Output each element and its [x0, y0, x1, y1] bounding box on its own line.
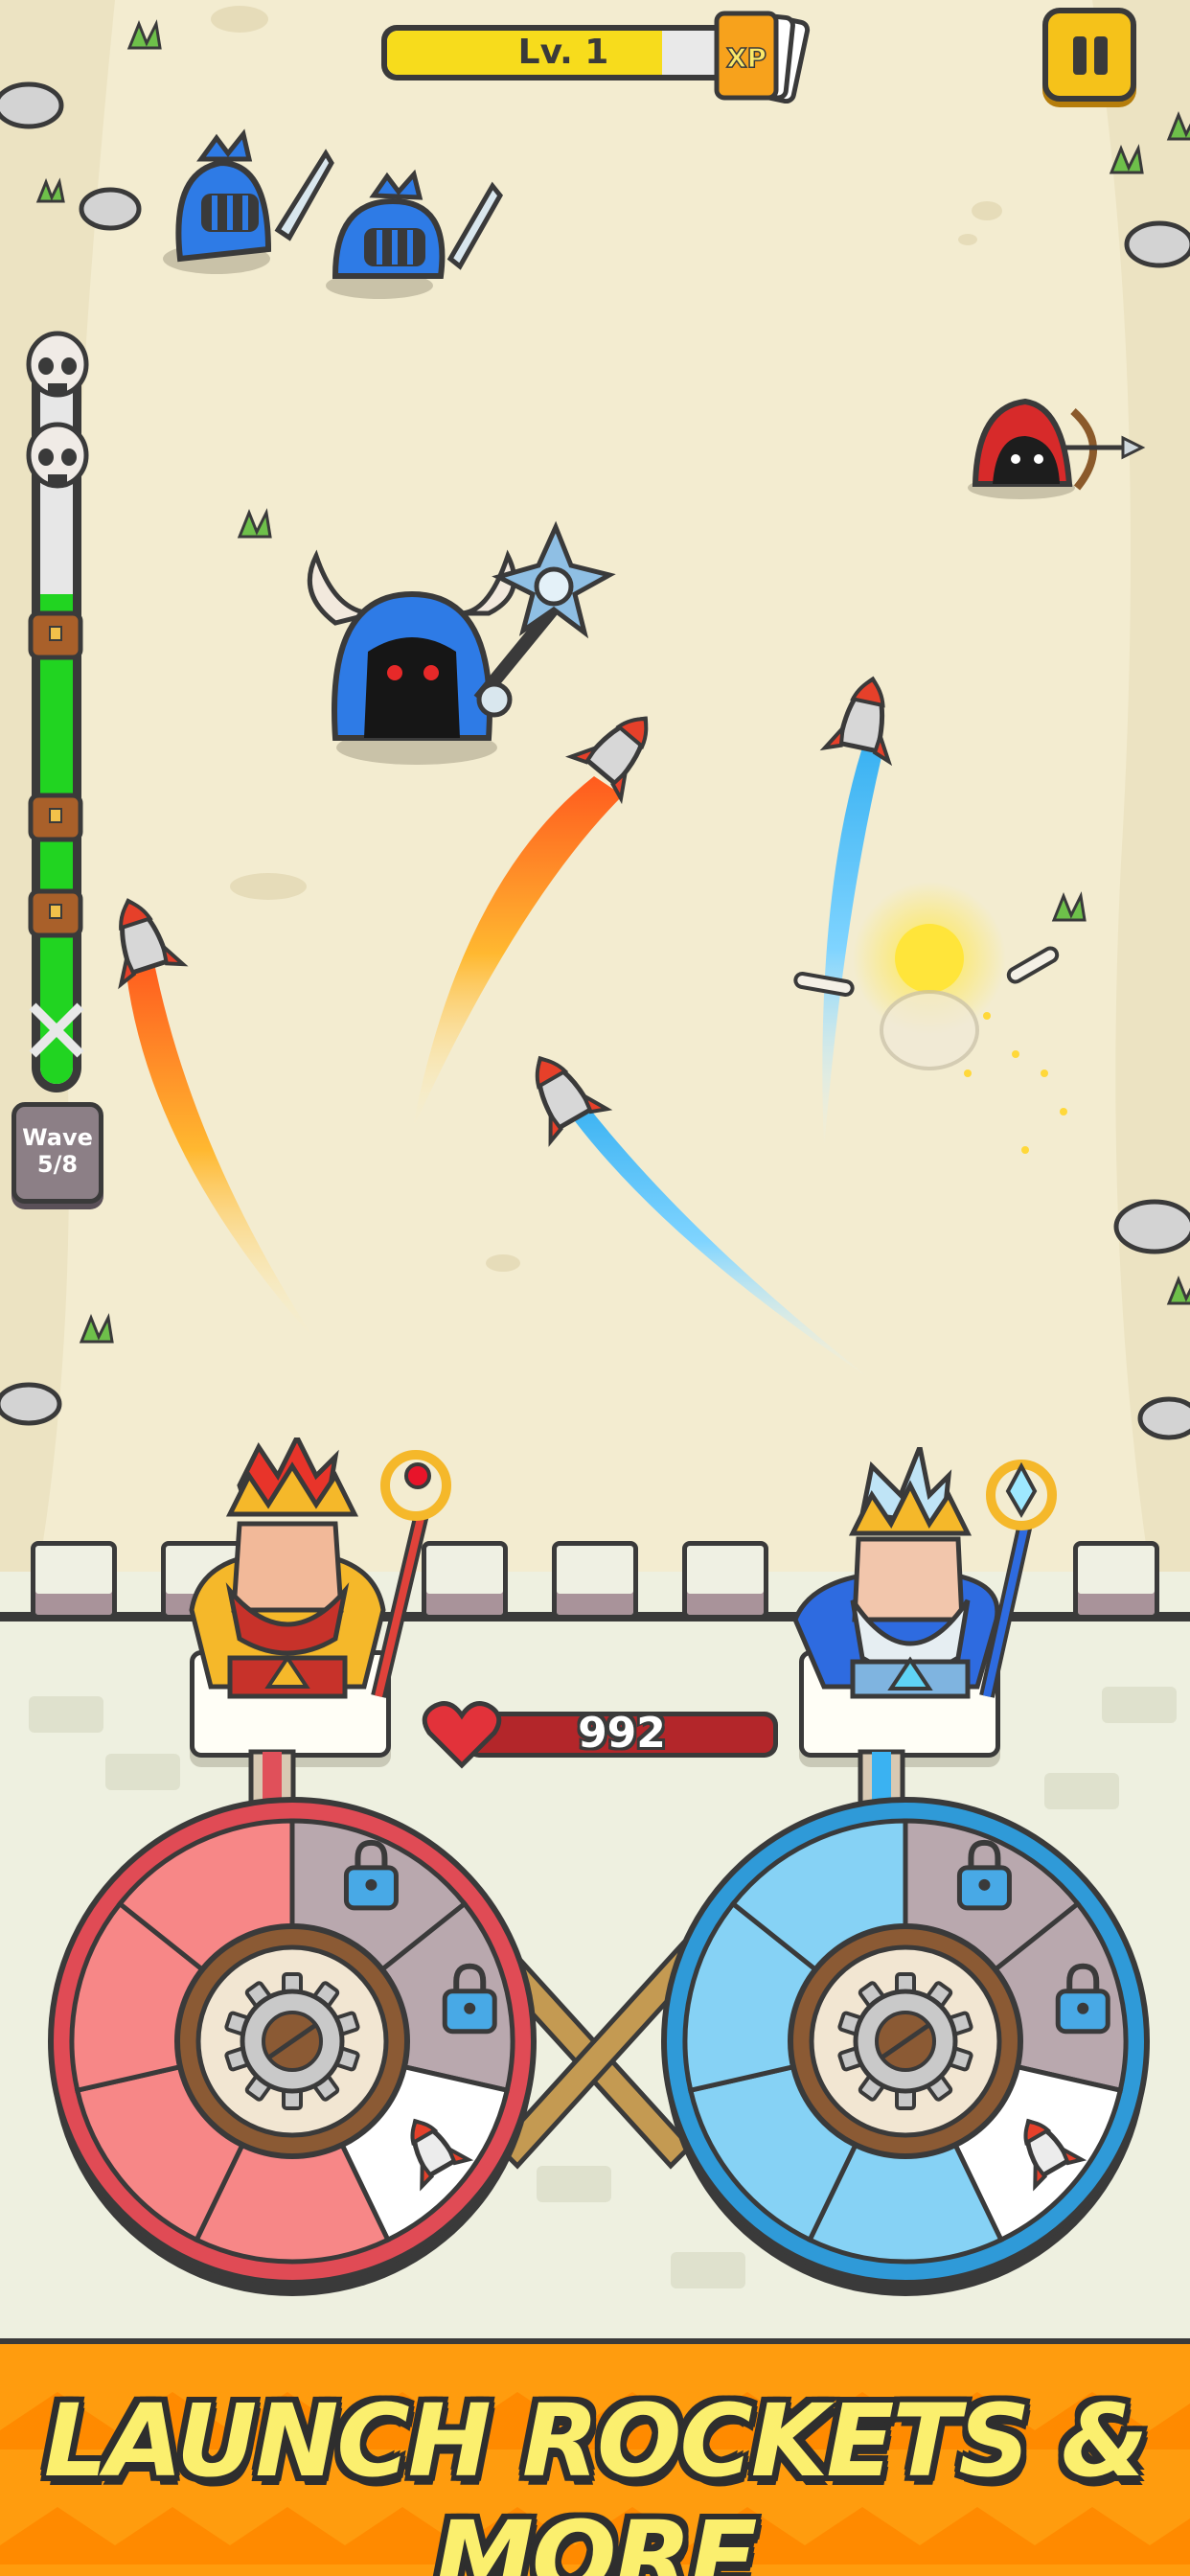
banner-title: LAUNCH ROCKETS & MORE: [43, 2382, 1148, 2576]
wall-merlon: [1073, 1541, 1159, 1620]
rocket-layer: [118, 676, 1067, 1380]
weapon-wheel-fire[interactable]: [43, 1782, 541, 2300]
wall-merlon: [552, 1541, 638, 1620]
ice-king-hero[interactable]: [786, 1447, 1073, 1715]
ice-trail: [575, 1102, 872, 1380]
game-screen: Lv. 1 XP Wave 5/8 992 LAUNCH ROCKETS & M…: [0, 0, 1190, 2576]
gear-icon[interactable]: [837, 1972, 973, 2110]
weapon-wheel-ice[interactable]: [656, 1782, 1155, 2300]
fire-king-hero[interactable]: [172, 1438, 460, 1715]
fire-trail: [412, 776, 623, 1131]
wall-merlon: [682, 1541, 768, 1620]
wall-merlon: [31, 1541, 117, 1620]
rocket-icon: [118, 898, 189, 990]
promo-banner: LAUNCH ROCKETS & MORE: [0, 2338, 1190, 2576]
gear-icon[interactable]: [224, 1972, 360, 2110]
fire-trail: [125, 958, 316, 1342]
rocket-icon: [819, 676, 893, 767]
